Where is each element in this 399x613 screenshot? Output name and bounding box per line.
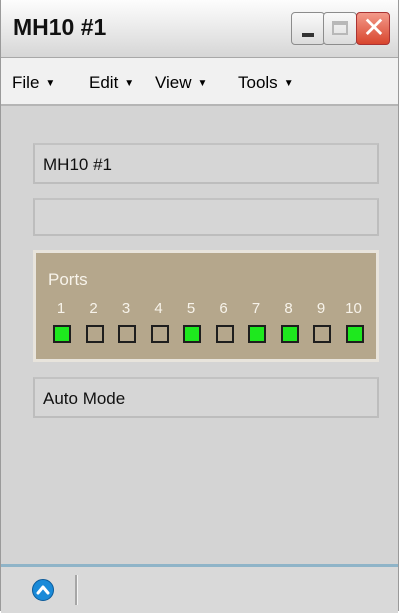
port-number: 3 — [121, 300, 131, 317]
port-status-led — [280, 325, 299, 343]
port-status-led — [313, 325, 331, 343]
close-icon: ✕ — [362, 12, 386, 43]
port-number: 6 — [219, 300, 228, 317]
menu-edit[interactable]: Edit ▼ — [89, 73, 134, 93]
device-name-text: MH10 #1 — [43, 155, 112, 174]
status-bar — [1, 564, 398, 613]
port-number: 9 — [316, 300, 326, 317]
port-10: 10 — [342, 300, 366, 350]
device-name-field: MH10 #1 — [33, 143, 379, 184]
device-info-field — [33, 198, 379, 236]
minimize-icon — [302, 33, 314, 37]
port-number: 5 — [186, 300, 196, 317]
port-5: 5 — [179, 300, 203, 350]
maximize-icon — [332, 21, 348, 35]
menu-tools-label: Tools — [238, 73, 278, 92]
port-number: 10 — [345, 300, 362, 317]
port-number: 8 — [284, 300, 293, 317]
port-status-led — [248, 325, 266, 343]
chevron-up-circle-icon[interactable] — [32, 579, 54, 601]
port-4: 4 — [147, 300, 171, 350]
port-number: 1 — [56, 300, 66, 317]
menu-edit-label: Edit — [89, 73, 119, 92]
status-separator — [75, 575, 78, 605]
menu-file[interactable]: File ▼ — [12, 73, 55, 93]
ports-title: Ports — [48, 270, 88, 289]
port-status-led — [150, 325, 169, 343]
port-number: 2 — [89, 300, 98, 317]
port-status-led — [118, 325, 136, 343]
chevron-down-icon: ▼ — [124, 78, 135, 89]
port-status-led — [215, 325, 234, 343]
mode-field: Auto Mode — [33, 377, 379, 418]
port-6: 6 — [212, 300, 236, 350]
port-9: 9 — [309, 300, 333, 350]
port-2: 2 — [82, 300, 106, 350]
port-3: 3 — [114, 300, 138, 350]
window-title: MH10 #1 — [13, 14, 107, 40]
port-status-led — [345, 325, 364, 343]
menu-file-label: File — [12, 73, 40, 92]
port-status-led — [183, 325, 201, 343]
maximize-button[interactable] — [323, 12, 357, 45]
port-7: 7 — [244, 300, 268, 350]
chevron-down-icon: ▼ — [45, 78, 56, 89]
chevron-down-icon: ▼ — [283, 78, 294, 89]
title-bar[interactable]: MH10 #1 ✕ — [1, 0, 398, 58]
app-window: MH10 #1 ✕ File ▼ Edit ▼ View ▼ Tools ▼ MH10 … — [0, 0, 399, 613]
menu-view-label: View — [155, 73, 192, 92]
port-number: 7 — [251, 300, 261, 317]
mode-text: Auto Mode — [43, 389, 126, 408]
menu-tools[interactable]: Tools ▼ — [238, 73, 294, 93]
port-status-led — [85, 325, 104, 343]
port-1: 1 — [49, 300, 73, 350]
port-number: 4 — [154, 300, 163, 317]
port-8: 8 — [277, 300, 301, 350]
port-status-led — [53, 325, 71, 343]
close-button[interactable]: ✕ — [356, 12, 390, 45]
menu-view[interactable]: View ▼ — [155, 73, 207, 93]
minimize-button[interactable] — [291, 12, 325, 45]
menu-bar: File ▼ Edit ▼ View ▼ Tools ▼ — [1, 58, 398, 106]
chevron-down-icon: ▼ — [197, 78, 208, 89]
ports-panel: Ports 1 2 3 4 5 6 7 8 9 10 — [33, 250, 379, 362]
